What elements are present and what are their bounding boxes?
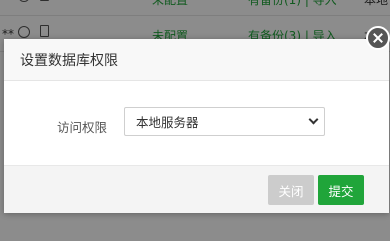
submit-button[interactable]: 提交 bbox=[318, 175, 364, 205]
close-button[interactable]: 关闭 bbox=[268, 175, 314, 205]
select-value: 本地服务器 bbox=[136, 115, 199, 130]
dialog-header: 设置数据库权限 bbox=[4, 39, 389, 81]
access-permission-select[interactable]: 本地服务器 bbox=[124, 107, 325, 136]
dialog-footer: 关闭 提交 bbox=[4, 165, 389, 213]
close-icon[interactable] bbox=[366, 26, 390, 50]
access-permission-label: 访问权限 bbox=[57, 120, 108, 135]
dialog-body: 访问权限 本地服务器 bbox=[4, 81, 389, 165]
database-permission-dialog: 设置数据库权限 访问权限 本地服务器 关闭 提交 bbox=[4, 39, 389, 213]
dialog-title: 设置数据库权限 bbox=[20, 52, 118, 69]
chevron-down-icon bbox=[308, 114, 319, 125]
